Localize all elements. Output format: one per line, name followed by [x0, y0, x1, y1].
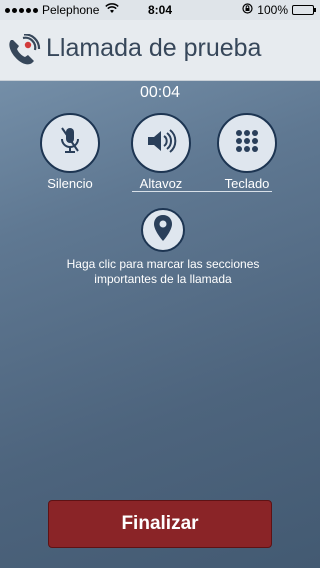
mark-section-button[interactable]	[141, 208, 185, 252]
keypad-label: Teclado	[224, 176, 270, 191]
mute-microphone-icon	[55, 125, 85, 162]
mute-label: Silencio	[47, 176, 93, 191]
controls-divider	[132, 191, 272, 192]
mark-hint-text: Haga clic para marcar las secciones impo…	[66, 257, 260, 286]
app-header: Llamada de prueba	[0, 20, 320, 81]
call-timer: 00:04	[139, 84, 181, 101]
page-title: Llamada de prueba	[46, 34, 262, 62]
keypad-control[interactable]: Teclado	[202, 113, 292, 191]
status-bar: Pelephone 8:04 100%	[0, 0, 320, 20]
status-right: 100%	[242, 3, 316, 17]
battery-percent: 100%	[257, 3, 288, 17]
keypad-button[interactable]	[217, 113, 277, 173]
mute-control[interactable]: Silencio	[25, 113, 115, 191]
location-pin-icon	[153, 214, 173, 247]
battery-icon	[292, 5, 316, 15]
phone-logo-icon	[5, 33, 43, 68]
speaker-icon	[145, 126, 177, 161]
keypad-icon	[233, 127, 261, 160]
speaker-button[interactable]	[131, 113, 191, 173]
speaker-label: Altavoz	[139, 176, 183, 191]
rotation-lock-icon	[242, 3, 253, 17]
speaker-control[interactable]: Altavoz	[116, 113, 206, 191]
finalize-button[interactable]: Finalizar	[48, 500, 272, 548]
mute-button[interactable]	[40, 113, 100, 173]
